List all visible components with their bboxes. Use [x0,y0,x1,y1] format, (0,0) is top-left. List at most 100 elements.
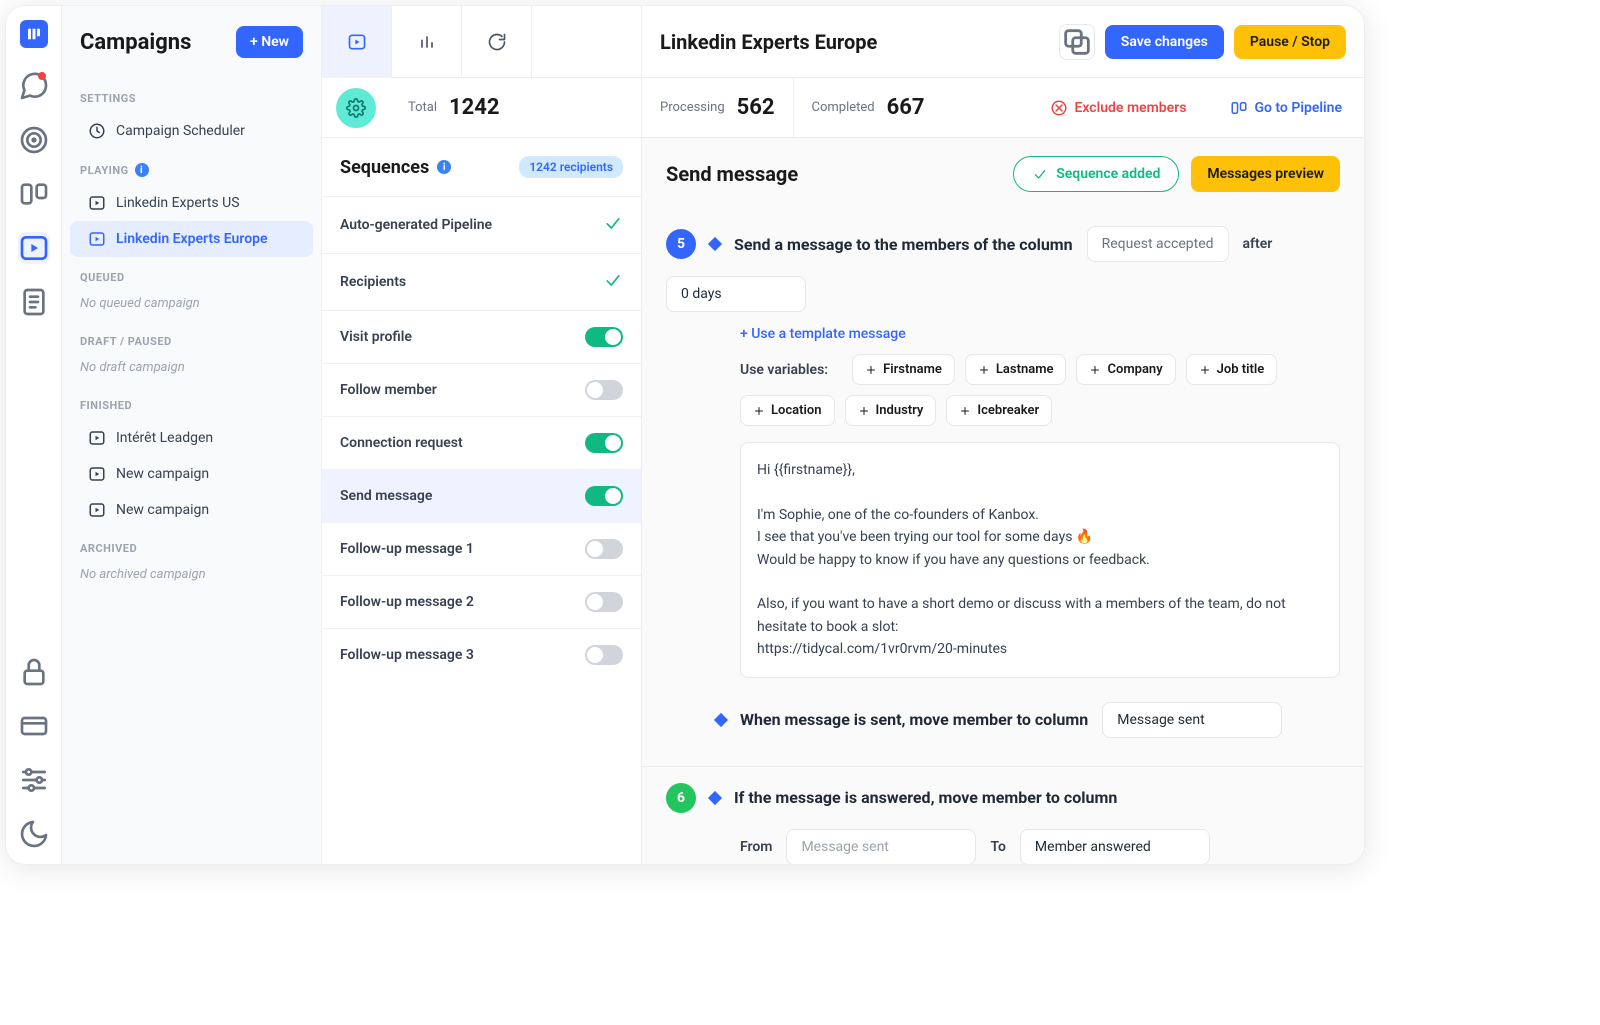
notes-icon[interactable] [18,286,50,318]
variable-chip[interactable]: Location [740,395,835,426]
settings-section-label: SETTINGS [62,78,321,113]
completed-label: Completed [812,100,875,115]
play-icon [88,429,106,447]
messages-icon[interactable] [18,70,50,102]
variable-chip[interactable]: Firstname [852,354,955,385]
sidebar-item-finished-0[interactable]: Intérêt Leadgen [70,420,313,456]
tab-sync[interactable] [462,6,532,78]
from-column-select[interactable]: Message sent [786,829,976,864]
app-logo [20,20,48,48]
moon-icon[interactable] [18,818,50,850]
finished-section-label: FINISHED [62,385,321,420]
target-icon[interactable] [18,124,50,156]
vars-label: Use variables: [740,362,828,378]
messages-preview-button[interactable]: Messages preview [1191,156,1340,192]
lock-icon[interactable] [18,656,50,688]
toggle[interactable] [585,592,623,612]
new-campaign-button[interactable]: + New [236,26,303,58]
play-icon [88,465,106,483]
sequence-row[interactable]: Follow-up message 3 [322,628,641,681]
variable-chip[interactable]: Company [1076,354,1175,385]
info-icon: i [135,163,149,177]
tab-analytics[interactable] [392,6,462,78]
toggle[interactable] [585,539,623,559]
to-column-select[interactable]: Member answered [1020,829,1210,864]
sidebar-item-scheduler[interactable]: Campaign Scheduler [70,113,313,149]
move-title: When message is sent, move member to col… [740,710,1088,729]
sequences-panel: Total1242 Sequencesi 1242 recipients Aut… [322,6,642,864]
clock-icon [88,122,106,140]
processing-label: Processing [660,100,725,115]
move-column-select[interactable]: Message sent [1102,702,1282,738]
nav-rail [6,6,62,864]
play-icon [88,501,106,519]
sequence-row[interactable]: Auto-generated Pipeline [322,196,641,253]
toggle[interactable] [585,380,623,400]
from-label: From [740,839,772,855]
total-value: 1242 [449,95,500,120]
queued-section-label: QUEUED [62,257,321,292]
sequence-row[interactable]: Send message [322,469,641,522]
check-icon [603,213,623,237]
variable-chip[interactable]: Icebreaker [946,395,1052,426]
toggle[interactable] [585,645,623,665]
sidebar-item-campaign-europe[interactable]: Linkedin Experts Europe [70,221,313,257]
use-template-link[interactable]: + Use a template message [666,312,1340,354]
draft-section-label: DRAFT / PAUSED [62,321,321,356]
sidebar-item-finished-2[interactable]: New campaign [70,492,313,528]
toggle[interactable] [585,486,623,506]
recipients-badge: 1242 recipients [519,156,623,178]
archived-empty: No archived campaign [62,563,321,592]
campaign-title: Linkedin Experts Europe [660,30,877,54]
detail-title: Send message [666,162,798,186]
completed-value: 667 [887,95,925,120]
save-button[interactable]: Save changes [1105,25,1224,59]
play-icon [88,194,106,212]
check-icon [603,270,623,294]
total-label: Total [408,100,437,115]
sequence-row[interactable]: Follow-up message 1 [322,522,641,575]
sidebar: Campaigns + New SETTINGS Campaign Schedu… [62,6,322,864]
sequence-added-chip: Sequence added [1013,156,1179,192]
tab-builder[interactable] [322,6,392,78]
to-label: To [990,839,1005,855]
play-icon [88,230,106,248]
gear-icon [336,88,376,128]
variable-chip[interactable]: Job title [1186,354,1278,385]
exclude-members-link[interactable]: Exclude members [1028,99,1208,117]
diamond-icon [708,237,722,251]
copy-button[interactable] [1059,24,1095,60]
pause-button[interactable]: Pause / Stop [1234,25,1346,59]
variable-chip[interactable]: Industry [845,395,937,426]
sequence-row[interactable]: Visit profile [322,310,641,363]
sequence-row[interactable]: Connection request [322,416,641,469]
step-number: 6 [666,783,696,813]
step-number: 5 [666,229,696,259]
playing-section-label: PLAYINGi [62,149,321,185]
main-panel: Linkedin Experts Europe Save changes Pau… [642,6,1364,864]
sequence-row[interactable]: Recipients [322,253,641,310]
go-to-pipeline-link[interactable]: Go to Pipeline [1208,99,1364,117]
card-icon[interactable] [18,710,50,742]
sequence-row[interactable]: Follow member [322,363,641,416]
toggle[interactable] [585,327,623,347]
board-icon[interactable] [18,178,50,210]
diamond-icon [714,712,728,726]
sidebar-item-campaign-us[interactable]: Linkedin Experts US [70,185,313,221]
campaigns-icon[interactable] [18,232,50,264]
step-title: If the message is answered, move member … [734,788,1117,807]
settings-sliders-icon[interactable] [18,764,50,796]
toggle[interactable] [585,433,623,453]
diamond-icon [708,790,722,804]
variable-chip[interactable]: Lastname [965,354,1067,385]
sequence-row[interactable]: Follow-up message 2 [322,575,641,628]
draft-empty: No draft campaign [62,356,321,385]
step-title: Send a message to the members of the col… [734,235,1073,254]
sidebar-item-finished-1[interactable]: New campaign [70,456,313,492]
sidebar-title: Campaigns [80,30,191,55]
message-textarea[interactable]: Hi {{firstname}}, I'm Sophie, one of the… [740,442,1340,678]
step-5: 5 Send a message to the members of the c… [642,210,1364,767]
column-select[interactable]: Request accepted [1087,226,1229,262]
info-icon: i [437,160,451,174]
delay-select[interactable]: 0 days [666,276,806,312]
